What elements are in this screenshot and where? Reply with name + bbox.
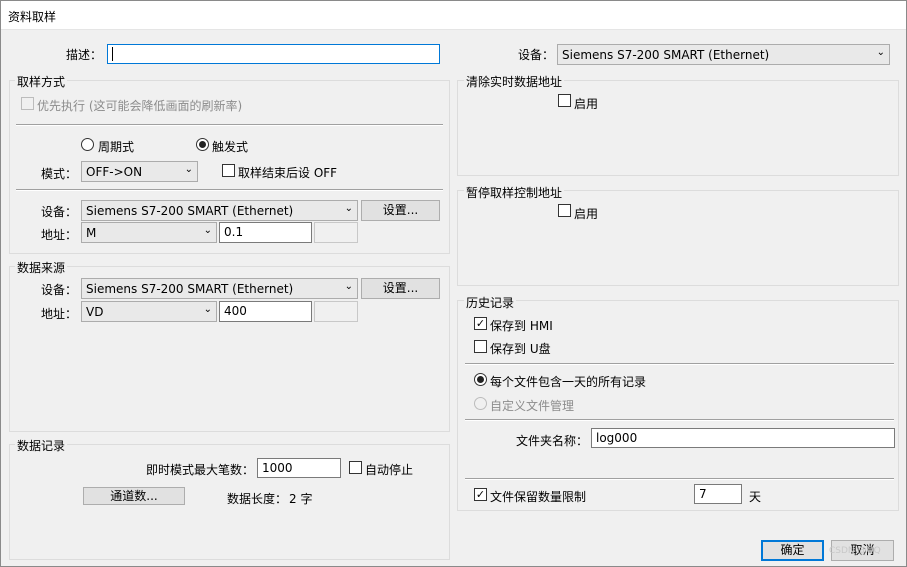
title-bar (0, 0, 907, 30)
trigger-address-label: 地址： (40, 228, 77, 242)
auto-stop-checkbox[interactable] (349, 461, 362, 474)
history-title: 历史记录 (464, 294, 517, 311)
channels-button[interactable]: 通道数... (83, 487, 185, 505)
source-device-select[interactable]: Siemens S7-200 SMART (Ethernet) ⌄ (81, 278, 358, 299)
chevron-down-icon: ⌄ (203, 225, 212, 236)
folder-name-input[interactable]: log000 (591, 428, 895, 448)
chevron-down-icon: ⌄ (344, 281, 353, 292)
trigger-address-input[interactable]: 0.1 (219, 222, 312, 243)
save-usb-checkbox[interactable] (474, 340, 487, 353)
priority-checkbox[interactable] (21, 97, 34, 110)
mode-label: 模式： (40, 167, 77, 181)
pause-control-enable-checkbox[interactable] (558, 204, 571, 217)
divider (16, 124, 443, 126)
data-length-value: 2 字 (289, 492, 313, 506)
trigger-radio[interactable] (196, 138, 209, 151)
max-count-input[interactable]: 1000 (257, 458, 341, 478)
mode-select[interactable]: OFF->ON ⌄ (81, 161, 198, 182)
chevron-down-icon: ⌄ (876, 47, 885, 58)
file-limit-checkbox[interactable]: ✓ (474, 488, 487, 501)
description-label: 描述： (65, 48, 102, 62)
trigger-address-extra (314, 222, 358, 243)
custom-file-radio[interactable] (474, 397, 487, 410)
divider (465, 363, 894, 365)
auto-stop-label: 自动停止 (365, 463, 414, 477)
window-title: 资料取样 (8, 10, 57, 24)
checkmark-icon: ✓ (475, 488, 486, 501)
custom-file-label: 自定义文件管理 (490, 399, 575, 413)
reset-off-checkbox[interactable] (222, 164, 235, 177)
clear-realtime-enable-label: 启用 (574, 97, 599, 111)
clear-realtime-group (457, 80, 899, 176)
ok-button[interactable]: 确定 (761, 540, 824, 561)
file-limit-input[interactable]: 7 (694, 484, 742, 504)
trigger-label: 触发式 (212, 140, 249, 154)
chevron-down-icon: ⌄ (203, 304, 212, 315)
device-label: 设备： (517, 48, 554, 62)
periodic-radio[interactable] (81, 138, 94, 151)
clear-realtime-title: 清除实时数据地址 (464, 73, 565, 90)
chevron-down-icon: ⌄ (344, 203, 353, 214)
priority-label: 优先执行 (这可能会降低画面的刷新率) (37, 99, 243, 113)
divider (465, 478, 894, 480)
sampling-title: 取样方式 (15, 73, 68, 90)
file-limit-label: 文件保留数量限制 (490, 490, 587, 504)
save-hmi-label: 保存到 HMI (490, 319, 553, 333)
daily-file-label: 每个文件包含一天的所有记录 (490, 375, 647, 389)
max-count-label: 即时模式最大笔数： (145, 463, 254, 477)
trigger-device-select[interactable]: Siemens S7-200 SMART (Ethernet) ⌄ (81, 200, 358, 221)
divider (465, 419, 894, 421)
save-usb-label: 保存到 U盘 (490, 342, 551, 356)
source-settings-button[interactable]: 设置... (361, 278, 440, 299)
reset-off-label: 取样结束后设 OFF (238, 166, 338, 180)
clear-realtime-enable-checkbox[interactable] (558, 94, 571, 107)
description-input[interactable] (107, 44, 440, 64)
data-length-label: 数据长度： (227, 492, 288, 506)
divider (16, 189, 443, 191)
device-select[interactable]: Siemens S7-200 SMART (Ethernet) ⌄ (557, 44, 890, 65)
source-address-label: 地址： (40, 307, 77, 321)
source-address-extra (314, 301, 358, 322)
chevron-down-icon: ⌄ (184, 164, 193, 175)
watermark: CSDN @QQ (829, 546, 881, 556)
source-address-input[interactable]: 400 (219, 301, 312, 322)
trigger-device-label: 设备： (40, 205, 77, 219)
trigger-address-type-select[interactable]: M ⌄ (81, 222, 217, 243)
pause-control-title: 暂停取样控制地址 (464, 184, 565, 201)
checkmark-icon: ✓ (475, 317, 486, 330)
source-device-label: 设备： (40, 283, 77, 297)
trigger-settings-button[interactable]: 设置... (361, 200, 440, 221)
daily-file-radio[interactable] (474, 373, 487, 386)
periodic-label: 周期式 (98, 140, 135, 154)
folder-name-label: 文件夹名称： (515, 434, 588, 448)
source-title: 数据来源 (15, 259, 68, 276)
file-limit-unit: 天 (749, 490, 762, 504)
record-title: 数据记录 (15, 437, 68, 454)
source-address-type-select[interactable]: VD ⌄ (81, 301, 217, 322)
save-hmi-checkbox[interactable]: ✓ (474, 317, 487, 330)
pause-control-enable-label: 启用 (574, 207, 599, 221)
pause-control-group (457, 190, 899, 286)
